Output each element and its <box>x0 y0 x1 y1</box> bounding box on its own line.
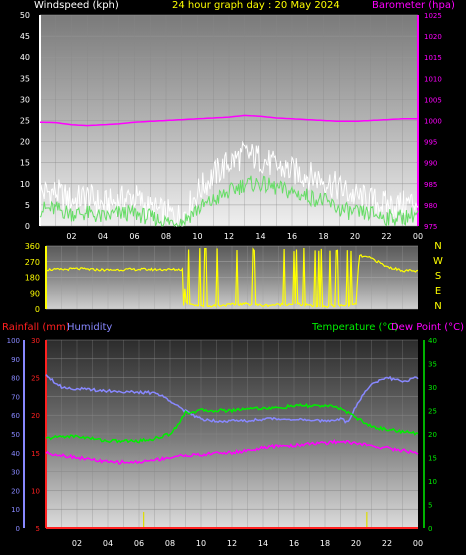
compass-label: S <box>435 271 441 282</box>
humidity-y-tick-label: 40 <box>11 450 20 458</box>
humidity-y-tick-label: 10 <box>11 506 20 514</box>
climate-x-tick-label: 04 <box>103 539 113 548</box>
barometer-y-tick-label: 985 <box>424 181 437 189</box>
barometer-y-tick-label: 1015 <box>424 54 442 62</box>
climate-x-tick-label: 14 <box>258 539 268 548</box>
temperature-y-tick-label: 40 <box>428 337 437 345</box>
humidity-y-tick-label: 80 <box>11 375 20 383</box>
climate-x-tick-label: 08 <box>165 539 175 548</box>
weather-graph: 0 5 10 15 20 25 30 35 40 45 50 975 980 985 990 995 1000 1… <box>0 0 466 555</box>
temperature-y-tick-label: 35 <box>428 361 437 369</box>
humidity-y-tick-label: 60 <box>11 412 20 420</box>
compass-label: E <box>435 286 441 297</box>
temperature-y-tick-label: 5 <box>428 502 432 510</box>
barometer-y-tick-label: 995 <box>424 139 437 147</box>
barometer-y-tick-label: 1020 <box>424 33 442 41</box>
barometer-y-tick-label: 1025 <box>424 12 442 20</box>
climate-x-tick-label: 22 <box>382 539 392 548</box>
direction-y-tick-label: 360 <box>25 242 40 251</box>
rainfall-y-tick-label: 25 <box>31 375 40 383</box>
barometer-axis-title: Barometer (hpa) <box>372 0 455 11</box>
wind-x-tick-label: 08 <box>161 232 171 241</box>
climate-x-tick-label: 00 <box>413 539 423 548</box>
wind-y-tick-label: 40 <box>20 53 30 62</box>
wind-x-tick-label: 16 <box>287 232 297 241</box>
rainfall-y-tick-label: 5 <box>36 525 40 533</box>
wind-y-tick-label: 25 <box>20 117 30 126</box>
compass-label: N <box>434 301 441 312</box>
climate-x-tick-label: 18 <box>320 539 330 548</box>
temperature-y-tick-label: 30 <box>428 384 437 392</box>
rainfall-axis-title: Rainfall (mm) <box>2 322 70 333</box>
rainfall-y-tick-label: 15 <box>31 450 40 458</box>
wind-y-tick-label: 15 <box>20 159 30 168</box>
wind-x-tick-label: 10 <box>192 232 202 241</box>
wind-y-tick-label: 30 <box>20 95 30 104</box>
climate-x-tick-label: 12 <box>227 539 237 548</box>
climate-x-tick-label: 16 <box>289 539 299 548</box>
wind-x-tick-label: 14 <box>255 232 265 241</box>
temperature-y-tick-label: 15 <box>428 455 437 463</box>
temperature-axis-title: Temperature (°C) <box>311 322 398 333</box>
humidity-y-tick-label: 90 <box>11 356 20 364</box>
chart-title: 24 hour graph day : 20 May 2024 <box>172 0 340 11</box>
wind-x-tick-label: 06 <box>129 232 139 241</box>
chart-canvas: 0510152025303540455097598098599099510001… <box>2 11 464 548</box>
humidity-y-tick-label: 100 <box>7 337 20 345</box>
humidity-y-tick-label: 30 <box>11 469 20 477</box>
direction-y-tick-label: 0 <box>35 305 40 314</box>
temperature-y-tick-label: 10 <box>428 478 437 486</box>
wind-y-tick-label: 20 <box>20 138 30 147</box>
wind-x-tick-label: 22 <box>381 232 391 241</box>
barometer-y-tick-label: 990 <box>424 160 437 168</box>
wind-x-tick-label: 20 <box>350 232 360 241</box>
climate-x-tick-label: 06 <box>134 539 144 548</box>
wind-x-tick-label: 12 <box>224 232 234 241</box>
wind-x-tick-label: 02 <box>66 232 76 241</box>
wind-y-tick-label: 35 <box>20 74 30 83</box>
dewpoint-axis-title: Dew Point (°C) <box>391 322 464 333</box>
compass-label: W <box>433 256 443 267</box>
temperature-y-tick-label: 20 <box>428 431 437 439</box>
humidity-y-tick-label: 50 <box>11 431 20 439</box>
temperature-y-tick-label: 0 <box>428 525 432 533</box>
wind-x-tick-label: 18 <box>318 232 328 241</box>
barometer-y-tick-label: 1000 <box>424 118 442 126</box>
windspeed-axis-title: Windspeed (kph) <box>34 0 119 11</box>
humidity-y-tick-label: 70 <box>11 393 20 401</box>
rainfall-y-tick-label: 30 <box>31 337 40 345</box>
wind-y-tick-label: 50 <box>20 11 30 20</box>
humidity-y-tick-label: 20 <box>11 487 20 495</box>
wind-y-tick-label: 5 <box>25 201 30 210</box>
climate-x-tick-label: 20 <box>351 539 361 548</box>
wind-y-tick-label: 10 <box>20 180 30 189</box>
barometer-y-tick-label: 975 <box>424 223 437 231</box>
compass-label: N <box>434 241 441 252</box>
direction-y-tick-label: 270 <box>25 258 40 267</box>
climate-x-tick-label: 02 <box>72 539 82 548</box>
climate-x-tick-label: 10 <box>196 539 206 548</box>
wind-x-tick-label: 04 <box>98 232 108 241</box>
wind-y-tick-label: 0 <box>25 222 30 231</box>
direction-y-tick-label: 90 <box>30 289 40 298</box>
temperature-y-tick-label: 25 <box>428 408 437 416</box>
rainfall-y-tick-label: 20 <box>31 412 40 420</box>
rainfall-y-tick-label: 10 <box>31 487 40 495</box>
barometer-y-tick-label: 1005 <box>424 96 442 104</box>
direction-y-tick-label: 180 <box>25 274 40 283</box>
wind-x-tick-label: 00 <box>413 232 423 241</box>
wind-y-tick-label: 45 <box>20 32 30 41</box>
humidity-axis-title: Humidity <box>67 322 112 333</box>
barometer-y-tick-label: 980 <box>424 202 437 210</box>
barometer-y-tick-label: 1010 <box>424 75 442 83</box>
humidity-y-tick-label: 0 <box>16 525 20 533</box>
